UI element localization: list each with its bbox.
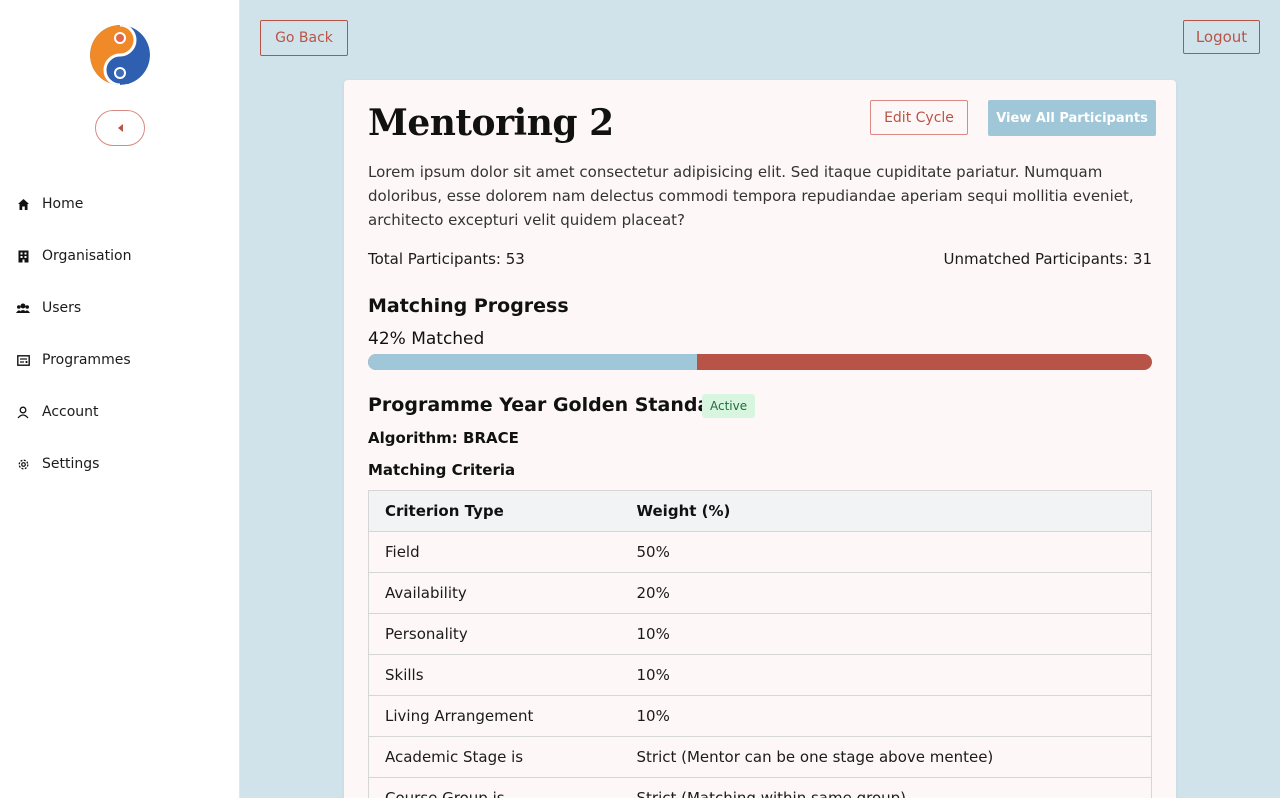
- criterion-cell: Living Arrangement: [368, 695, 621, 737]
- weight-cell: 10%: [620, 695, 1152, 737]
- cycle-card: Mentoring 2 Edit Cycle View All Particip…: [344, 80, 1176, 798]
- sidebar-item-label: Home: [42, 196, 84, 212]
- logout-button[interactable]: Logout: [1183, 20, 1260, 54]
- sidebar-item-settings[interactable]: Settings: [0, 438, 240, 490]
- matched-percentage: 42% Matched: [368, 329, 485, 349]
- sidebar-item-programmes[interactable]: Programmes: [0, 334, 240, 386]
- weight-cell: Strict (Mentor can be one stage above me…: [620, 736, 1152, 778]
- weight-cell: Strict (Matching within same group): [620, 777, 1152, 798]
- matching-progress-bar: [368, 354, 1152, 370]
- sidebar-item-label: Account: [42, 404, 99, 420]
- sidebar-nav: Home Organisation Users Programmes Accou…: [0, 178, 240, 490]
- chevron-left-icon: [117, 124, 123, 132]
- criteria-table: Criterion Type Weight (%) Field 50% Avai…: [368, 490, 1152, 798]
- table-row: Living Arrangement 10%: [368, 695, 1152, 737]
- user-icon: [16, 405, 30, 419]
- programmes-icon: [16, 353, 30, 367]
- weight-cell: 20%: [620, 572, 1152, 614]
- criterion-cell: Academic Stage is: [368, 736, 621, 778]
- edit-cycle-button[interactable]: Edit Cycle: [870, 100, 968, 135]
- progress-fill: [368, 354, 698, 370]
- weight-cell: 50%: [620, 531, 1152, 573]
- sidebar-item-users[interactable]: Users: [0, 282, 240, 334]
- criterion-cell: Field: [368, 531, 621, 573]
- table-row: Field 50%: [368, 531, 1152, 573]
- table-row: Skills 10%: [368, 654, 1152, 696]
- sidebar: Home Organisation Users Programmes Accou…: [0, 0, 240, 798]
- weight-cell: 10%: [620, 654, 1152, 696]
- table-header-row: Criterion Type Weight (%): [368, 490, 1152, 532]
- sidebar-item-organisation[interactable]: Organisation: [0, 230, 240, 282]
- table-row: Availability 20%: [368, 572, 1152, 614]
- page-title: Mentoring 2: [368, 102, 614, 144]
- sidebar-item-account[interactable]: Account: [0, 386, 240, 438]
- matching-progress-heading: Matching Progress: [368, 295, 569, 317]
- home-icon: [16, 197, 30, 211]
- weight-cell: 10%: [620, 613, 1152, 655]
- total-participants: Total Participants: 53: [368, 250, 525, 268]
- table-row: Personality 10%: [368, 613, 1152, 655]
- collapse-sidebar-button[interactable]: [95, 110, 145, 146]
- status-badge: Active: [702, 394, 756, 418]
- view-all-participants-button[interactable]: View All Participants: [988, 100, 1156, 136]
- programme-name: Programme Year Golden Standard: [368, 394, 734, 416]
- matching-criteria-heading: Matching Criteria: [368, 461, 516, 479]
- sidebar-item-label: Settings: [42, 456, 100, 472]
- app-logo: [90, 25, 150, 85]
- criterion-cell: Personality: [368, 613, 621, 655]
- criterion-cell: Course Group is: [368, 777, 621, 798]
- unmatched-participants: Unmatched Participants: 31: [943, 250, 1152, 268]
- sidebar-item-label: Users: [42, 300, 82, 316]
- cycle-description: Lorem ipsum dolor sit amet consectetur a…: [368, 163, 1134, 229]
- column-header-weight: Weight (%): [620, 490, 1152, 532]
- algorithm-label: Algorithm: BRACE: [368, 429, 519, 447]
- table-row: Academic Stage is Strict (Mentor can be …: [368, 736, 1152, 778]
- criterion-cell: Availability: [368, 572, 621, 614]
- users-icon: [16, 301, 30, 315]
- sidebar-item-label: Programmes: [42, 352, 131, 368]
- gear-icon: [16, 457, 30, 471]
- sidebar-item-label: Organisation: [42, 248, 132, 264]
- table-row: Course Group is Strict (Matching within …: [368, 777, 1152, 798]
- criterion-cell: Skills: [368, 654, 621, 696]
- column-header-criterion: Criterion Type: [368, 490, 621, 532]
- building-icon: [16, 249, 30, 263]
- sidebar-item-home[interactable]: Home: [0, 178, 240, 230]
- go-back-button[interactable]: Go Back: [260, 20, 348, 56]
